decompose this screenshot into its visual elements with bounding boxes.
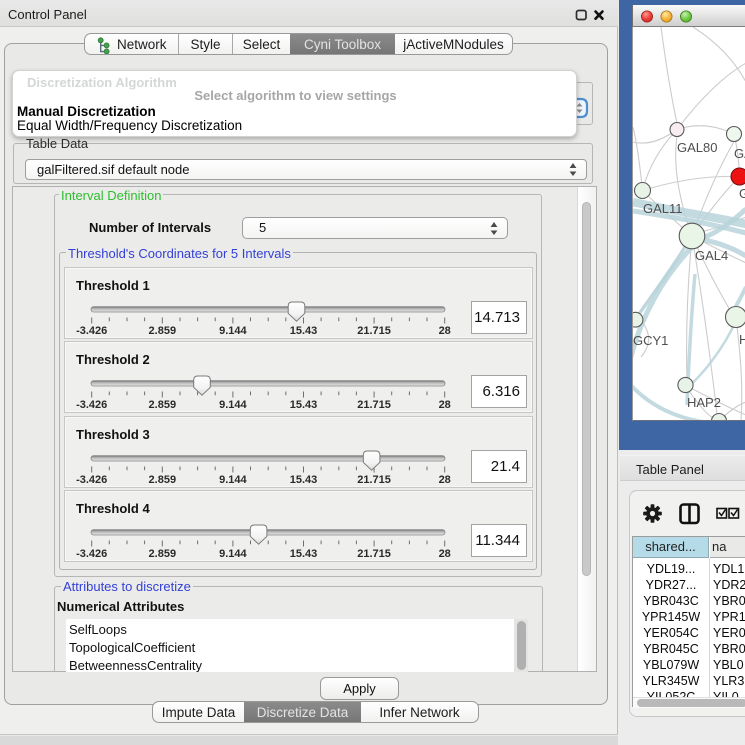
svg-text:GAL4: GAL4 [695,248,728,263]
svg-text:H: H [739,332,745,347]
svg-text:28: 28 [439,399,451,411]
svg-text:GA: GA [734,146,745,161]
svg-text:28: 28 [439,474,451,486]
svg-text:28: 28 [439,325,451,337]
svg-text:15.43: 15.43 [290,474,318,486]
svg-text:28: 28 [439,548,451,560]
svg-text:21.715: 21.715 [357,548,391,560]
svg-text:GAL80: GAL80 [677,140,717,155]
svg-text:2.859: 2.859 [149,548,177,560]
svg-text:15.43: 15.43 [290,325,318,337]
svg-text:-3.426: -3.426 [76,548,107,560]
svg-text:G: G [739,186,745,201]
svg-text:GAL11: GAL11 [643,201,683,216]
svg-text:15.43: 15.43 [290,548,318,560]
svg-text:9.144: 9.144 [219,474,247,486]
svg-text:2.859: 2.859 [149,399,177,411]
svg-text:21.715: 21.715 [357,325,391,337]
svg-text:-3.426: -3.426 [76,325,107,337]
svg-text:-3.426: -3.426 [76,474,107,486]
svg-text:2.859: 2.859 [149,474,177,486]
svg-text:21.715: 21.715 [357,474,391,486]
svg-text:HAP2: HAP2 [687,395,721,410]
svg-text:2.859: 2.859 [149,325,177,337]
svg-text:GCY1: GCY1 [633,333,668,348]
svg-text:9.144: 9.144 [219,325,247,337]
svg-text:15.43: 15.43 [290,399,318,411]
svg-text:21.715: 21.715 [357,399,391,411]
svg-text:9.144: 9.144 [219,548,247,560]
svg-text:-3.426: -3.426 [76,399,107,411]
svg-text:9.144: 9.144 [219,399,247,411]
